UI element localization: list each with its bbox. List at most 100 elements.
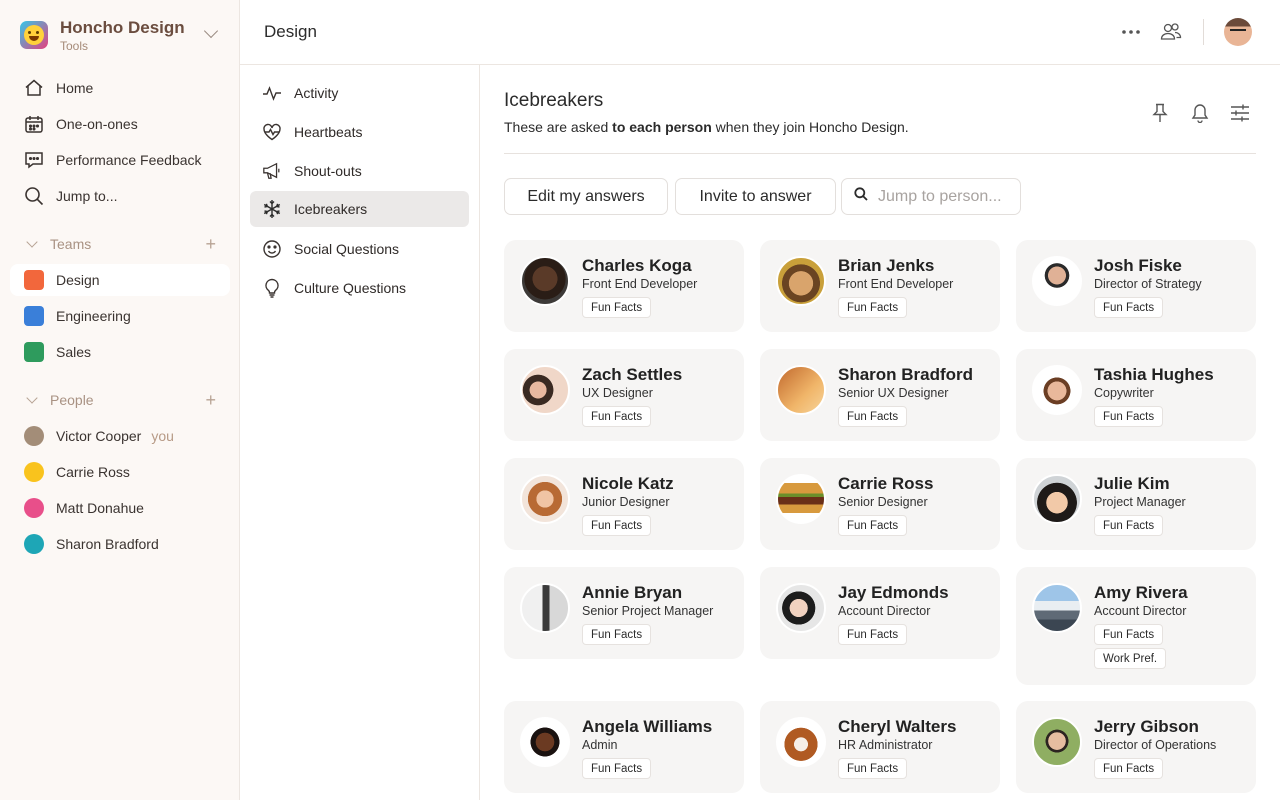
person-card[interactable]: Annie Bryan Senior Project Manager Fun F… xyxy=(504,567,744,659)
team-item-sales[interactable]: Sales xyxy=(10,336,230,368)
person-item-matt-donahue[interactable]: Matt Donahue xyxy=(10,492,230,524)
avatar xyxy=(776,583,826,633)
fun-facts-tag[interactable]: Fun Facts xyxy=(582,624,652,645)
person-role: Director of Operations xyxy=(1094,738,1217,752)
person-card[interactable]: Brian Jenks Front End Developer Fun Fact… xyxy=(760,240,1000,332)
person-name: Julie Kim xyxy=(1094,474,1170,493)
person-role: Front End Developer xyxy=(582,277,698,291)
subnav-shout-outs[interactable]: Shout-outs xyxy=(250,153,469,189)
teams-section-header[interactable]: Teams + xyxy=(24,234,216,254)
add-team-plus-icon[interactable]: + xyxy=(205,234,216,255)
fun-facts-tag[interactable]: Fun Facts xyxy=(838,515,908,536)
divider xyxy=(504,153,1256,154)
person-name: Nicole Katz xyxy=(582,474,674,493)
person-card[interactable]: Angela Williams Admin Fun Facts xyxy=(504,701,744,793)
person-name: Brian Jenks xyxy=(838,256,935,275)
megaphone-icon xyxy=(262,161,282,181)
team-color-swatch xyxy=(24,306,44,326)
person-role: Director of Strategy xyxy=(1094,277,1202,291)
fun-facts-tag[interactable]: Fun Facts xyxy=(1094,515,1164,536)
pin-icon[interactable] xyxy=(1148,101,1172,125)
fun-facts-tag[interactable]: Fun Facts xyxy=(582,297,652,318)
person-item-carrie-ross[interactable]: Carrie Ross xyxy=(10,456,230,488)
chevron-down-icon[interactable] xyxy=(203,23,219,39)
fun-facts-tag[interactable]: Fun Facts xyxy=(838,297,908,318)
person-card[interactable]: Charles Koga Front End Developer Fun Fac… xyxy=(504,240,744,332)
avatar xyxy=(24,498,44,518)
person-card[interactable]: Carrie Ross Senior Designer Fun Facts xyxy=(760,458,1000,550)
workspace-switcher[interactable]: Honcho Design Tools xyxy=(20,18,220,58)
person-card[interactable]: Zach Settles UX Designer Fun Facts xyxy=(504,349,744,441)
more-options-icon[interactable] xyxy=(1117,18,1145,46)
subnav-label: Activity xyxy=(294,85,339,101)
person-name: Carrie Ross xyxy=(838,474,934,493)
subnav-activity[interactable]: Activity xyxy=(250,75,469,111)
fun-facts-tag[interactable]: Fun Facts xyxy=(1094,758,1164,779)
nav-home-label: Home xyxy=(56,80,94,96)
workspace-subtitle: Tools xyxy=(60,39,89,53)
settings-sliders-icon[interactable] xyxy=(1228,101,1252,125)
person-card[interactable]: Nicole Katz Junior Designer Fun Facts xyxy=(504,458,744,550)
person-card[interactable]: Julie Kim Project Manager Fun Facts xyxy=(1016,458,1256,550)
people-section-header[interactable]: People + xyxy=(24,390,216,410)
fun-facts-tag[interactable]: Fun Facts xyxy=(1094,624,1164,645)
fun-facts-tag[interactable]: Fun Facts xyxy=(1094,406,1164,427)
user-avatar[interactable] xyxy=(1224,18,1252,46)
fun-facts-tag[interactable]: Fun Facts xyxy=(582,515,652,536)
you-badge: you xyxy=(151,428,174,444)
person-name: Angela Williams xyxy=(582,717,713,736)
team-item-design[interactable]: Design xyxy=(10,264,230,296)
person-item-sharon-bradford[interactable]: Sharon Bradford xyxy=(10,528,230,560)
invite-to-answer-button[interactable]: Invite to answer xyxy=(675,178,836,215)
person-card[interactable]: Cheryl Walters HR Administrator Fun Fact… xyxy=(760,701,1000,793)
chevron-down-icon[interactable] xyxy=(26,236,38,248)
subnav-icebreakers[interactable]: Icebreakers xyxy=(250,191,469,227)
nav-performance-feedback[interactable]: Performance Feedback xyxy=(24,148,202,172)
person-item-victor-cooper[interactable]: Victor Cooper you xyxy=(10,420,230,452)
person-card[interactable]: Sharon Bradford Senior UX Designer Fun F… xyxy=(760,349,1000,441)
bell-icon[interactable] xyxy=(1188,101,1212,125)
section-subnav: Activity Heartbeats Shout-outs Icebreake… xyxy=(240,65,480,800)
person-role: Admin xyxy=(582,738,618,752)
app-logo-icon xyxy=(20,21,48,49)
subnav-heartbeats[interactable]: Heartbeats xyxy=(250,114,469,150)
work-pref-tag[interactable]: Work Pref. xyxy=(1094,648,1167,669)
edit-my-answers-button[interactable]: Edit my answers xyxy=(504,178,668,215)
subnav-culture-questions[interactable]: Culture Questions xyxy=(250,270,469,306)
person-card[interactable]: Tashia Hughes Copywriter Fun Facts xyxy=(1016,349,1256,441)
workspace-name: Honcho Design xyxy=(60,18,185,37)
fun-facts-tag[interactable]: Fun Facts xyxy=(1094,297,1164,318)
team-members-icon[interactable] xyxy=(1157,18,1185,46)
nav-one-on-ones[interactable]: One-on-ones xyxy=(24,112,138,136)
fun-facts-tag[interactable]: Fun Facts xyxy=(582,758,652,779)
avatar xyxy=(520,256,570,306)
snowflake-icon xyxy=(262,199,282,219)
calendar-icon xyxy=(24,114,44,134)
person-card[interactable]: Josh Fiske Director of Strategy Fun Fact… xyxy=(1016,240,1256,332)
chevron-down-icon[interactable] xyxy=(26,392,38,404)
person-card[interactable]: Jay Edmonds Account Director Fun Facts xyxy=(760,567,1000,659)
avatar xyxy=(1032,365,1082,415)
person-name: Josh Fiske xyxy=(1094,256,1182,275)
search-input[interactable] xyxy=(878,187,1018,206)
fun-facts-tag[interactable]: Fun Facts xyxy=(838,406,908,427)
person-role: Senior UX Designer xyxy=(838,386,949,400)
fun-facts-tag[interactable]: Fun Facts xyxy=(838,758,908,779)
activity-icon xyxy=(262,83,282,103)
nav-home[interactable]: Home xyxy=(24,76,93,100)
nav-jump-to-label: Jump to... xyxy=(56,188,118,204)
description-suffix: when they join Honcho Design. xyxy=(711,119,909,135)
person-search[interactable] xyxy=(841,178,1021,215)
teams-heading: Teams xyxy=(50,236,92,252)
person-card[interactable]: Jerry Gibson Director of Operations Fun … xyxy=(1016,701,1256,793)
description-prefix: These are asked xyxy=(504,119,613,135)
nav-jump-to[interactable]: Jump to... xyxy=(24,184,117,208)
subnav-social-questions[interactable]: Social Questions xyxy=(250,231,469,267)
person-card[interactable]: Amy Rivera Account Director Fun Facts Wo… xyxy=(1016,567,1256,685)
person-label: Carrie Ross xyxy=(56,464,130,480)
avatar xyxy=(776,256,826,306)
fun-facts-tag[interactable]: Fun Facts xyxy=(582,406,652,427)
team-item-engineering[interactable]: Engineering xyxy=(10,300,230,332)
fun-facts-tag[interactable]: Fun Facts xyxy=(838,624,908,645)
add-person-plus-icon[interactable]: + xyxy=(205,390,216,411)
